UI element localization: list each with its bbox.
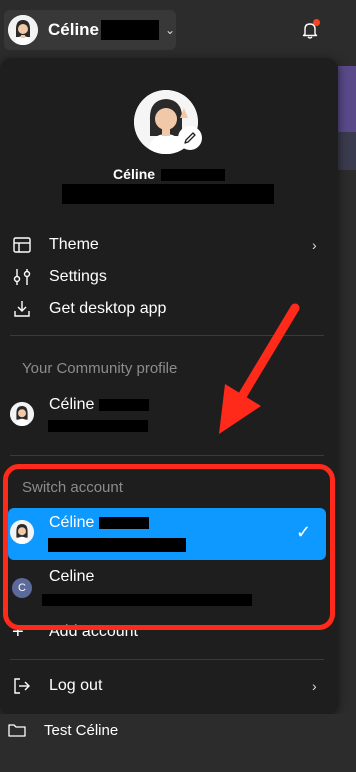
- user-avatar: [8, 15, 38, 45]
- download-icon: [14, 301, 30, 317]
- folder-icon: [8, 724, 26, 737]
- profile-name: Céline: [113, 166, 156, 182]
- divider: [10, 659, 324, 660]
- topbar-user-name: Céline: [48, 20, 100, 39]
- profile-name-row: Céline: [0, 166, 338, 182]
- menu-item-label: Get desktop app: [49, 300, 167, 317]
- logout-button[interactable]: Log out ›: [0, 670, 338, 702]
- chevron-down-icon: ⌄: [165, 23, 176, 37]
- chevron-right-icon: ›: [312, 678, 317, 694]
- menu-item-settings[interactable]: Settings: [0, 261, 338, 293]
- redacted-text: [101, 20, 160, 40]
- menu-item-label: Theme: [49, 236, 99, 253]
- redacted-email: [62, 184, 274, 204]
- edit-avatar-button[interactable]: [178, 126, 202, 150]
- redacted-text: [98, 398, 149, 411]
- folder-label: Test Céline: [44, 722, 119, 739]
- community-name: Céline: [49, 396, 149, 414]
- sliders-icon: [13, 269, 31, 285]
- redacted-text: [160, 169, 225, 182]
- layout-icon: [13, 237, 31, 253]
- community-name-text: Céline: [49, 396, 95, 413]
- redacted-handle: [48, 420, 148, 432]
- chevron-right-icon: ›: [312, 237, 317, 253]
- annotation-highlight-box: [3, 464, 335, 630]
- menu-item-theme[interactable]: Theme ›: [0, 229, 338, 261]
- logout-icon: [14, 678, 30, 694]
- notification-badge: [313, 19, 320, 26]
- logout-label: Log out: [49, 677, 103, 694]
- annotation-arrow: [219, 303, 300, 434]
- background-panel: [338, 132, 356, 170]
- divider: [10, 455, 324, 456]
- section-label: Your Community profile: [22, 360, 178, 377]
- background-panel: [338, 66, 356, 132]
- pencil-icon: [184, 132, 196, 144]
- topbar: Céline ⌄: [0, 0, 356, 58]
- menu-item-label: Settings: [49, 268, 107, 285]
- account-switcher-button[interactable]: Céline ⌄: [4, 10, 176, 50]
- community-avatar: [10, 402, 34, 426]
